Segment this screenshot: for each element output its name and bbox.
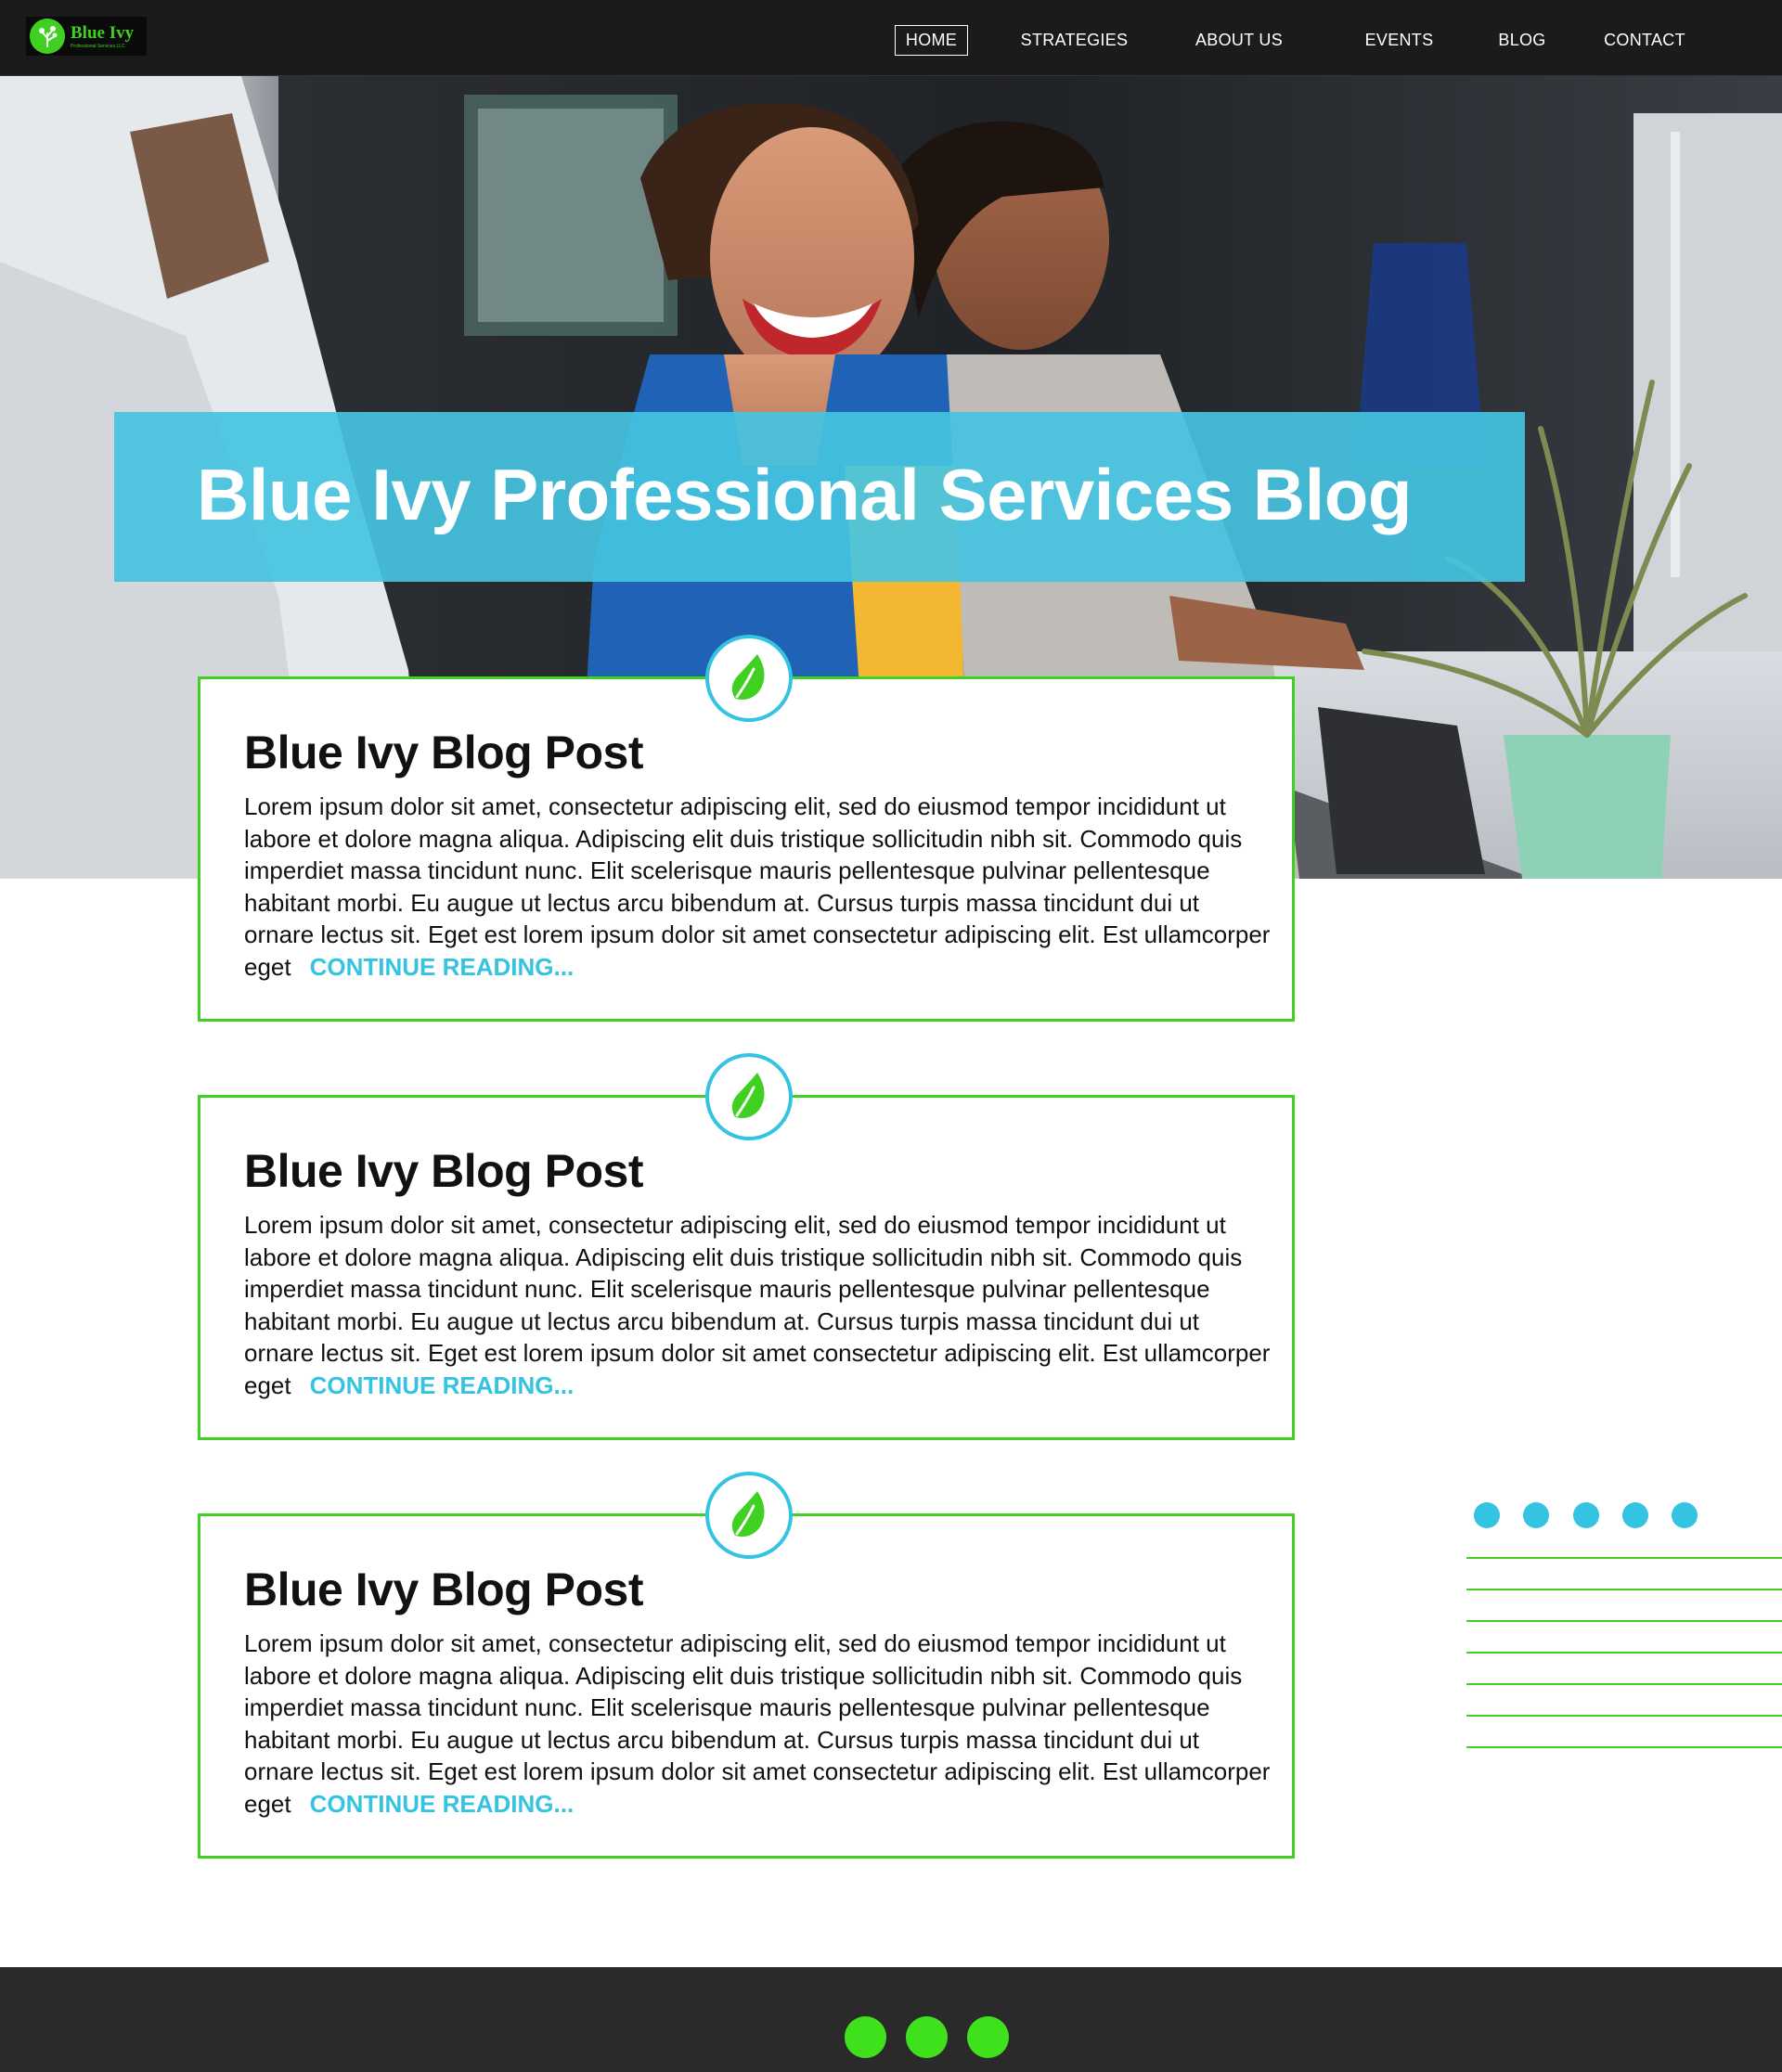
sidebar-divider xyxy=(1466,1557,1782,1559)
sidebar-divider xyxy=(1466,1620,1782,1622)
footer-dot[interactable] xyxy=(967,2016,1009,2058)
blog-post-card: Blue Ivy Blog Post Lorem ipsum dolor sit… xyxy=(198,1472,1295,1859)
leaf-icon xyxy=(705,1472,793,1559)
tree-icon xyxy=(30,19,65,54)
brand-name: Blue Ivy xyxy=(71,22,135,43)
navbar: Blue Ivy Professional Services LLC HOME … xyxy=(0,0,1782,76)
sidebar-dot[interactable] xyxy=(1672,1502,1698,1528)
blog-post-card: Blue Ivy Blog Post Lorem ipsum dolor sit… xyxy=(198,635,1295,1022)
post-excerpt: Lorem ipsum dolor sit amet, consectetur … xyxy=(244,791,1274,984)
sidebar-divider xyxy=(1466,1683,1782,1685)
sidebar-divider xyxy=(1466,1652,1782,1654)
sidebar-dot[interactable] xyxy=(1523,1502,1549,1528)
sidebar-divider xyxy=(1466,1715,1782,1717)
nav-contact[interactable]: CONTACT xyxy=(1598,25,1691,56)
post-title: Blue Ivy Blog Post xyxy=(244,1564,643,1615)
sidebar-dot[interactable] xyxy=(1474,1502,1500,1528)
brand-logo[interactable]: Blue Ivy Professional Services LLC xyxy=(26,17,147,56)
post-excerpt: Lorem ipsum dolor sit amet, consectetur … xyxy=(244,1628,1274,1821)
sidebar-divider xyxy=(1466,1589,1782,1590)
sidebar-dot[interactable] xyxy=(1573,1502,1599,1528)
nav-blog[interactable]: BLOG xyxy=(1494,25,1550,56)
leaf-icon xyxy=(705,1053,793,1140)
nav-about-us[interactable]: ABOUT US xyxy=(1188,25,1290,56)
leaf-icon xyxy=(705,635,793,722)
nav-home[interactable]: HOME xyxy=(895,25,968,56)
sidebar-dot[interactable] xyxy=(1622,1502,1648,1528)
continue-reading-link[interactable]: CONTINUE READING... xyxy=(310,1790,575,1818)
continue-reading-link[interactable]: CONTINUE READING... xyxy=(310,1371,575,1399)
nav-strategies[interactable]: STRATEGIES xyxy=(1021,25,1128,56)
page-title: Blue Ivy Professional Services Blog xyxy=(197,454,1413,535)
footer xyxy=(0,1967,1782,2072)
continue-reading-link[interactable]: CONTINUE READING... xyxy=(310,953,575,981)
nav-events[interactable]: EVENTS xyxy=(1360,25,1439,56)
post-title: Blue Ivy Blog Post xyxy=(244,1145,643,1197)
footer-dot[interactable] xyxy=(906,2016,948,2058)
post-title: Blue Ivy Blog Post xyxy=(244,727,643,779)
brand-tagline: Professional Services LLC xyxy=(71,43,125,49)
footer-dot[interactable] xyxy=(845,2016,886,2058)
blog-post-card: Blue Ivy Blog Post Lorem ipsum dolor sit… xyxy=(198,1053,1295,1440)
sidebar-divider xyxy=(1466,1746,1782,1748)
post-excerpt: Lorem ipsum dolor sit amet, consectetur … xyxy=(244,1209,1274,1402)
